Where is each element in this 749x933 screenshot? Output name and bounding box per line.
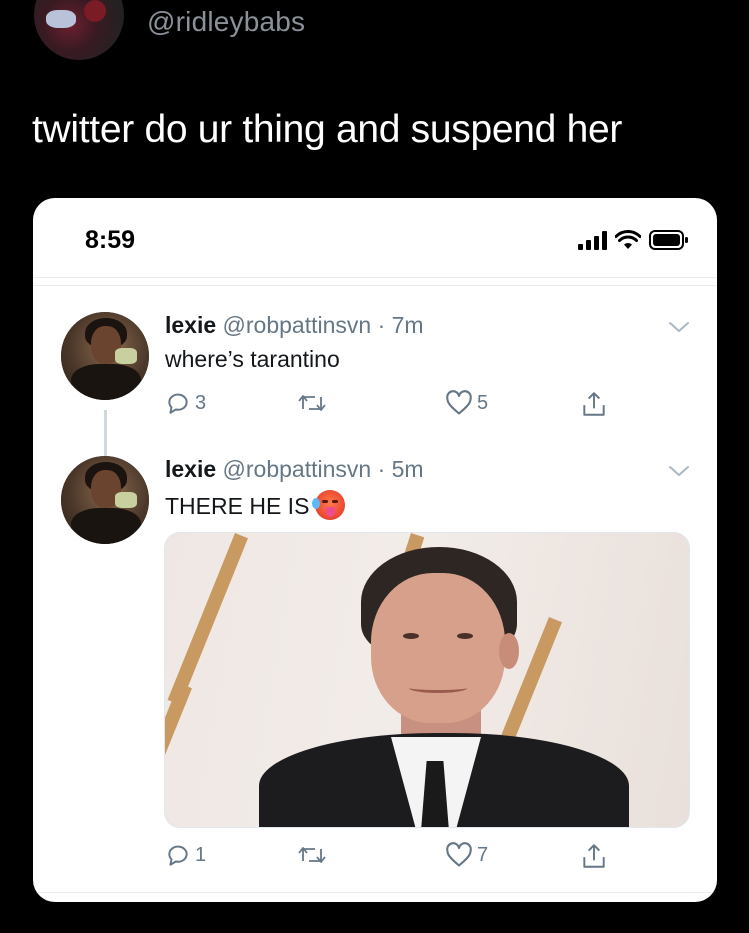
chevron-down-icon[interactable] bbox=[667, 464, 691, 478]
reply-icon bbox=[168, 845, 188, 866]
share-icon bbox=[583, 392, 605, 416]
like-button[interactable]: 5 bbox=[445, 390, 488, 416]
divider bbox=[33, 277, 717, 278]
handle-and-time[interactable]: @robpattinsvn · 5m bbox=[223, 456, 424, 482]
tweet-actions: 1 7 bbox=[163, 842, 623, 872]
share-button[interactable] bbox=[581, 842, 607, 870]
display-name[interactable]: lexie bbox=[165, 456, 216, 482]
heart-icon bbox=[446, 842, 472, 867]
handle-and-time[interactable]: @robpattinsvn · 7m bbox=[223, 312, 424, 338]
hot-face-emoji-icon bbox=[312, 490, 346, 520]
retweet-icon bbox=[298, 847, 326, 863]
share-icon bbox=[583, 844, 605, 868]
tweet-header: lexie @robpattinsvn · 5m bbox=[165, 456, 424, 483]
retweet-button[interactable] bbox=[297, 842, 327, 868]
tweet-text: THERE HE IS bbox=[165, 490, 346, 520]
signal-icon bbox=[578, 230, 607, 250]
divider bbox=[33, 892, 717, 893]
like-count: 7 bbox=[477, 843, 489, 866]
battery-icon bbox=[649, 230, 689, 250]
chevron-down-icon[interactable] bbox=[667, 320, 691, 334]
heart-icon bbox=[446, 390, 472, 415]
screenshot-card: 8:59 lexie @robpattinsvn · 7m where’s ta… bbox=[33, 198, 717, 902]
share-button[interactable] bbox=[581, 390, 607, 418]
tweet-text-content: THERE HE IS bbox=[165, 493, 310, 519]
tweet-image[interactable] bbox=[164, 532, 690, 828]
status-time: 8:59 bbox=[85, 226, 136, 254]
reply-count: 3 bbox=[195, 391, 207, 414]
outer-handle[interactable]: @ridleybabs bbox=[147, 6, 305, 38]
divider bbox=[33, 285, 717, 286]
display-name[interactable]: lexie bbox=[165, 312, 216, 338]
thread-line bbox=[104, 410, 107, 456]
reply-button[interactable]: 1 bbox=[165, 842, 206, 868]
reply-count: 1 bbox=[195, 843, 207, 866]
like-button[interactable]: 7 bbox=[445, 842, 488, 868]
retweet-button[interactable] bbox=[297, 390, 327, 416]
retweet-icon bbox=[298, 395, 326, 411]
tweet-text: where’s tarantino bbox=[165, 346, 340, 372]
outer-tweet-text: twitter do ur thing and suspend her bbox=[32, 108, 623, 151]
tweet-actions: 3 5 bbox=[163, 390, 623, 420]
reply-button[interactable]: 3 bbox=[165, 390, 206, 416]
avatar[interactable] bbox=[61, 456, 149, 544]
outer-avatar[interactable] bbox=[34, 0, 124, 60]
wifi-icon bbox=[615, 230, 641, 250]
status-bar: 8:59 bbox=[33, 198, 717, 278]
reply-icon bbox=[168, 393, 188, 414]
outer-tweet-header: @ridleybabs bbox=[0, 0, 749, 60]
status-icons bbox=[578, 228, 689, 252]
like-count: 5 bbox=[477, 391, 489, 414]
tweet-header: lexie @robpattinsvn · 7m bbox=[165, 312, 424, 339]
avatar[interactable] bbox=[61, 312, 149, 400]
